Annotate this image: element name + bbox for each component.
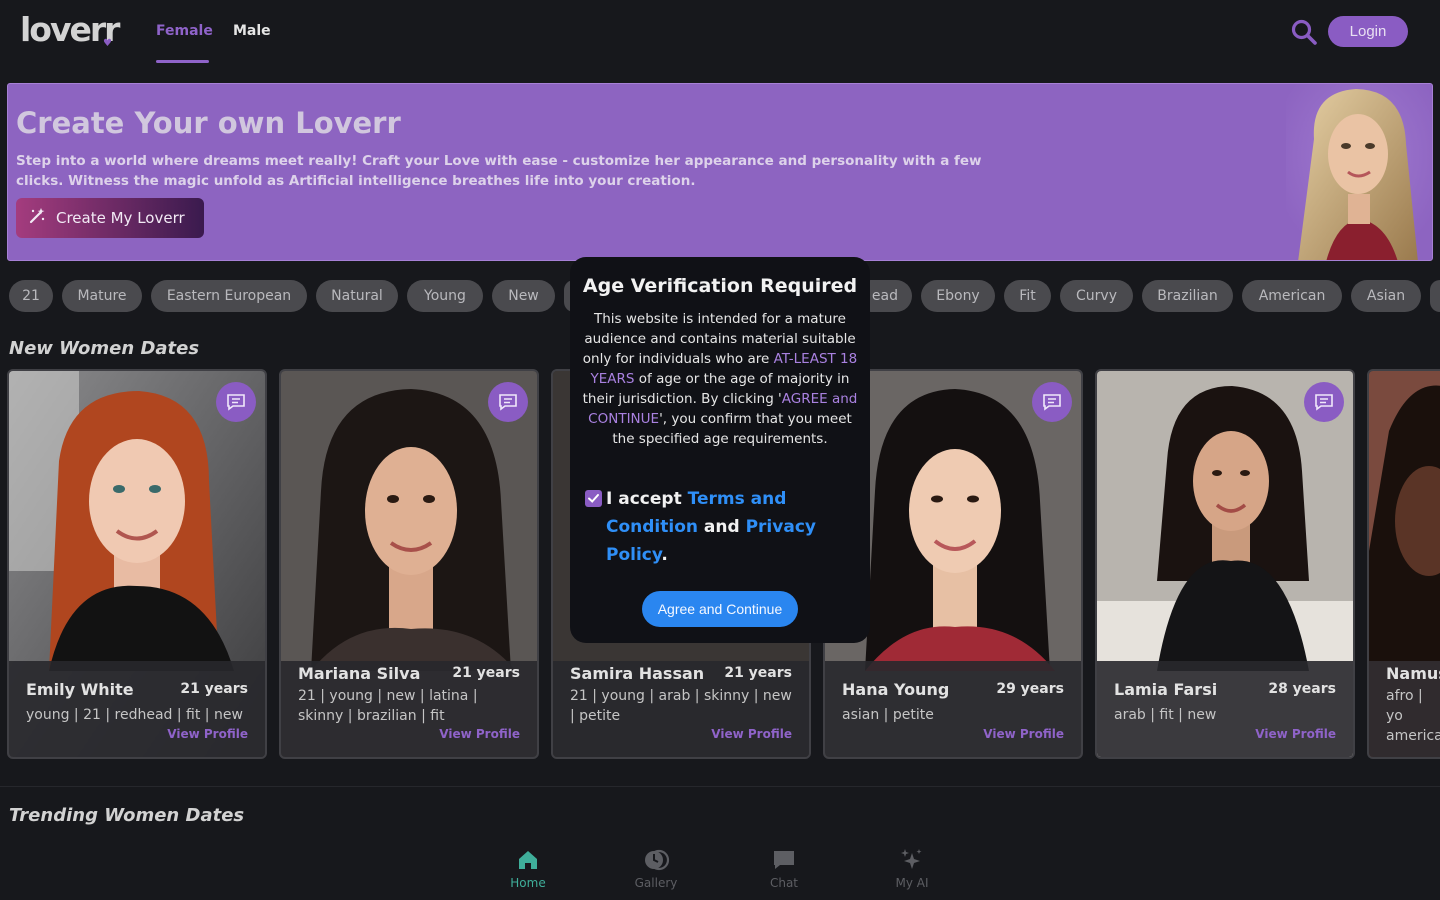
bottom-nav-my-ai[interactable]: My AI	[867, 848, 957, 890]
bottom-nav-label: Chat	[769, 876, 799, 890]
and-word: and	[698, 517, 746, 537]
profile-card[interactable]: Lamia Farsi 28 years arab | fit | new Vi…	[1095, 369, 1355, 759]
bottom-nav-label: Home	[510, 876, 546, 890]
view-profile-link[interactable]: View Profile	[167, 727, 248, 741]
banner-woman-photo	[1286, 84, 1432, 260]
chat-icon	[772, 848, 796, 872]
section-divider	[0, 786, 1440, 787]
profile-name: Emily White	[26, 680, 134, 699]
tag-filter[interactable]	[1430, 280, 1440, 312]
profile-tags: asian | petite	[842, 707, 934, 723]
section-title-new: New Women Dates	[9, 338, 200, 359]
chat-bubble-icon[interactable]	[216, 382, 256, 422]
accept-terms-label: I accept Terms and Condition and Privacy…	[606, 485, 854, 569]
login-button[interactable]: Login	[1328, 16, 1408, 47]
view-profile-link[interactable]: View Profile	[983, 727, 1064, 741]
tag-filter[interactable]: 21	[9, 280, 53, 312]
profile-card[interactable]: Namus afro | yo america	[1367, 369, 1440, 759]
profile-tags: 21 | young | arab | skinny | new | petit…	[570, 688, 792, 724]
tag-filter[interactable]: Brazilian	[1142, 280, 1233, 312]
bottom-nav-chat[interactable]: Chat	[739, 848, 829, 890]
accept-prefix: I accept	[606, 489, 688, 509]
banner-description: Step into a world where dreams meet real…	[16, 153, 982, 189]
tag-filter[interactable]: Asian	[1351, 280, 1421, 312]
agree-and-continue-button[interactable]: Agree and Continue	[642, 591, 798, 627]
create-my-loverr-button[interactable]: Create My Loverr	[16, 198, 204, 238]
magic-wand-icon	[28, 207, 46, 229]
view-profile-link[interactable]: View Profile	[1255, 727, 1336, 741]
sparkles-icon	[900, 848, 924, 872]
tab-female[interactable]: Female	[156, 23, 213, 39]
tag-filter[interactable]: Ebony	[921, 280, 995, 312]
bottom-nav-gallery[interactable]: Gallery	[611, 848, 701, 890]
bottom-navigation: Home Gallery Chat My AI	[0, 838, 1440, 900]
logo-heart-icon: ♥	[103, 38, 112, 49]
tag-filter[interactable]: Young	[407, 280, 483, 312]
profile-age: 21 years	[724, 665, 792, 681]
profile-tags: afro | yo america	[1386, 688, 1440, 744]
modal-title: Age Verification Required	[582, 275, 858, 297]
top-header: loverr ♥ Female Male Login	[0, 0, 1440, 70]
view-profile-link[interactable]: View Profile	[711, 727, 792, 741]
profile-name: Samira Hassan	[570, 664, 705, 683]
profile-name: Hana Young	[842, 680, 950, 699]
view-profile-link[interactable]: View Profile	[439, 727, 520, 741]
tag-filter[interactable]: Fit	[1004, 280, 1051, 312]
profile-age: 28 years	[1268, 681, 1336, 697]
profile-tags: arab | fit | new	[1114, 707, 1217, 723]
profile-name: Namus	[1386, 664, 1440, 683]
accept-terms-checkbox[interactable]	[585, 490, 602, 507]
period: .	[661, 545, 668, 565]
create-loverr-banner: Create Your own Loverr Step into a world…	[7, 83, 1433, 261]
section-title-trending: Trending Women Dates	[9, 805, 245, 826]
active-tab-indicator	[156, 60, 209, 63]
tag-filter[interactable]: Mature	[62, 280, 142, 312]
profile-name: Mariana Silva	[298, 664, 421, 683]
profile-tags: 21 | young | new | latina | skinny | bra…	[298, 688, 478, 724]
profile-age: 21 years	[180, 681, 248, 697]
age-verification-modal: Age Verification Required This website i…	[570, 257, 870, 643]
bottom-nav-label: My AI	[895, 876, 929, 890]
tag-filter[interactable]: New	[492, 280, 555, 312]
banner-title: Create Your own Loverr	[16, 106, 401, 140]
profile-card[interactable]: Mariana Silva 21 years 21 | young | new …	[279, 369, 539, 759]
chat-bubble-icon[interactable]	[1032, 382, 1072, 422]
gallery-icon	[644, 848, 670, 872]
home-icon	[516, 848, 540, 872]
create-button-label: Create My Loverr	[56, 209, 185, 227]
tab-male[interactable]: Male	[233, 23, 271, 39]
chat-bubble-icon[interactable]	[488, 382, 528, 422]
profile-card[interactable]: Emily White 21 years young | 21 | redhea…	[7, 369, 267, 759]
tag-filter[interactable]: Curvy	[1060, 280, 1133, 312]
profile-age: 21 years	[452, 665, 520, 681]
chat-bubble-icon[interactable]	[1304, 382, 1344, 422]
bottom-nav-home[interactable]: Home	[483, 848, 573, 890]
tag-filter[interactable]: Eastern European	[151, 280, 307, 312]
profile-name: Lamia Farsi	[1114, 680, 1218, 699]
profile-tags: young | 21 | redhead | fit | new	[26, 707, 243, 723]
tag-filter[interactable]: Natural	[316, 280, 398, 312]
search-icon[interactable]	[1290, 18, 1318, 46]
profile-age: 29 years	[996, 681, 1064, 697]
bottom-nav-label: Gallery	[634, 876, 678, 890]
modal-body-text: This website is intended for a mature au…	[582, 309, 858, 449]
tag-filter[interactable]: American	[1242, 280, 1342, 312]
